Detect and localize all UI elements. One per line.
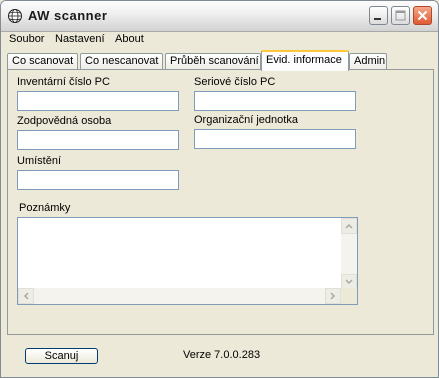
serial-label: Seriové číslo PC [194,76,276,88]
tab-evid-informace[interactable]: Evid. informace [261,50,349,71]
close-button[interactable] [413,6,432,25]
notes-horizontal-scrollbar[interactable] [18,288,341,304]
serial-number-input[interactable] [194,91,356,111]
maximize-icon [395,10,406,21]
notes-textarea[interactable] [17,217,358,305]
menu-about[interactable]: About [115,33,144,45]
minimize-icon [374,18,381,20]
menu-nastaveni[interactable]: Nastavení [55,33,105,45]
org-unit-input[interactable] [194,129,356,149]
tab-prubeh-scanovani[interactable]: Průběh scanování [165,53,261,70]
inventory-number-input[interactable] [17,91,179,111]
location-label: Umístění [17,155,62,167]
scroll-left-button[interactable] [18,288,34,304]
tab-co-scanovat[interactable]: Co scanovat [7,53,78,70]
maximize-button[interactable] [391,6,410,25]
notes-label: Poznámky [19,202,71,214]
tab-co-nescanovat[interactable]: Co nescanovat [80,53,163,70]
chevron-right-icon [330,292,336,300]
notes-vertical-scrollbar[interactable] [341,218,357,290]
title-bar[interactable]: AW scanner [1,1,438,32]
org-unit-label: Organizační jednotka [194,114,298,126]
window-title: AW scanner [28,8,108,23]
version-label: Verze 7.0.0.283 [183,349,261,361]
chevron-up-icon [345,223,353,229]
responsible-person-input[interactable] [17,130,179,150]
close-icon [417,10,428,21]
app-window: AW scanner Soubor Nastavení About Co sca… [0,0,439,378]
location-input[interactable] [17,170,179,190]
scrollbar-corner [341,288,357,304]
chevron-left-icon [23,292,29,300]
inventory-label: Inventární číslo PC [17,76,110,88]
globe-logo-icon [7,8,23,24]
menu-soubor[interactable]: Soubor [9,33,44,45]
minimize-button[interactable] [369,6,388,25]
scan-button[interactable]: Scanuj [25,348,98,364]
scroll-right-button[interactable] [325,288,341,304]
chevron-down-icon [345,279,353,285]
scroll-up-button[interactable] [341,218,357,234]
tab-admin[interactable]: Admin [349,53,387,70]
responsible-label: Zodpovědná osoba [17,115,112,127]
